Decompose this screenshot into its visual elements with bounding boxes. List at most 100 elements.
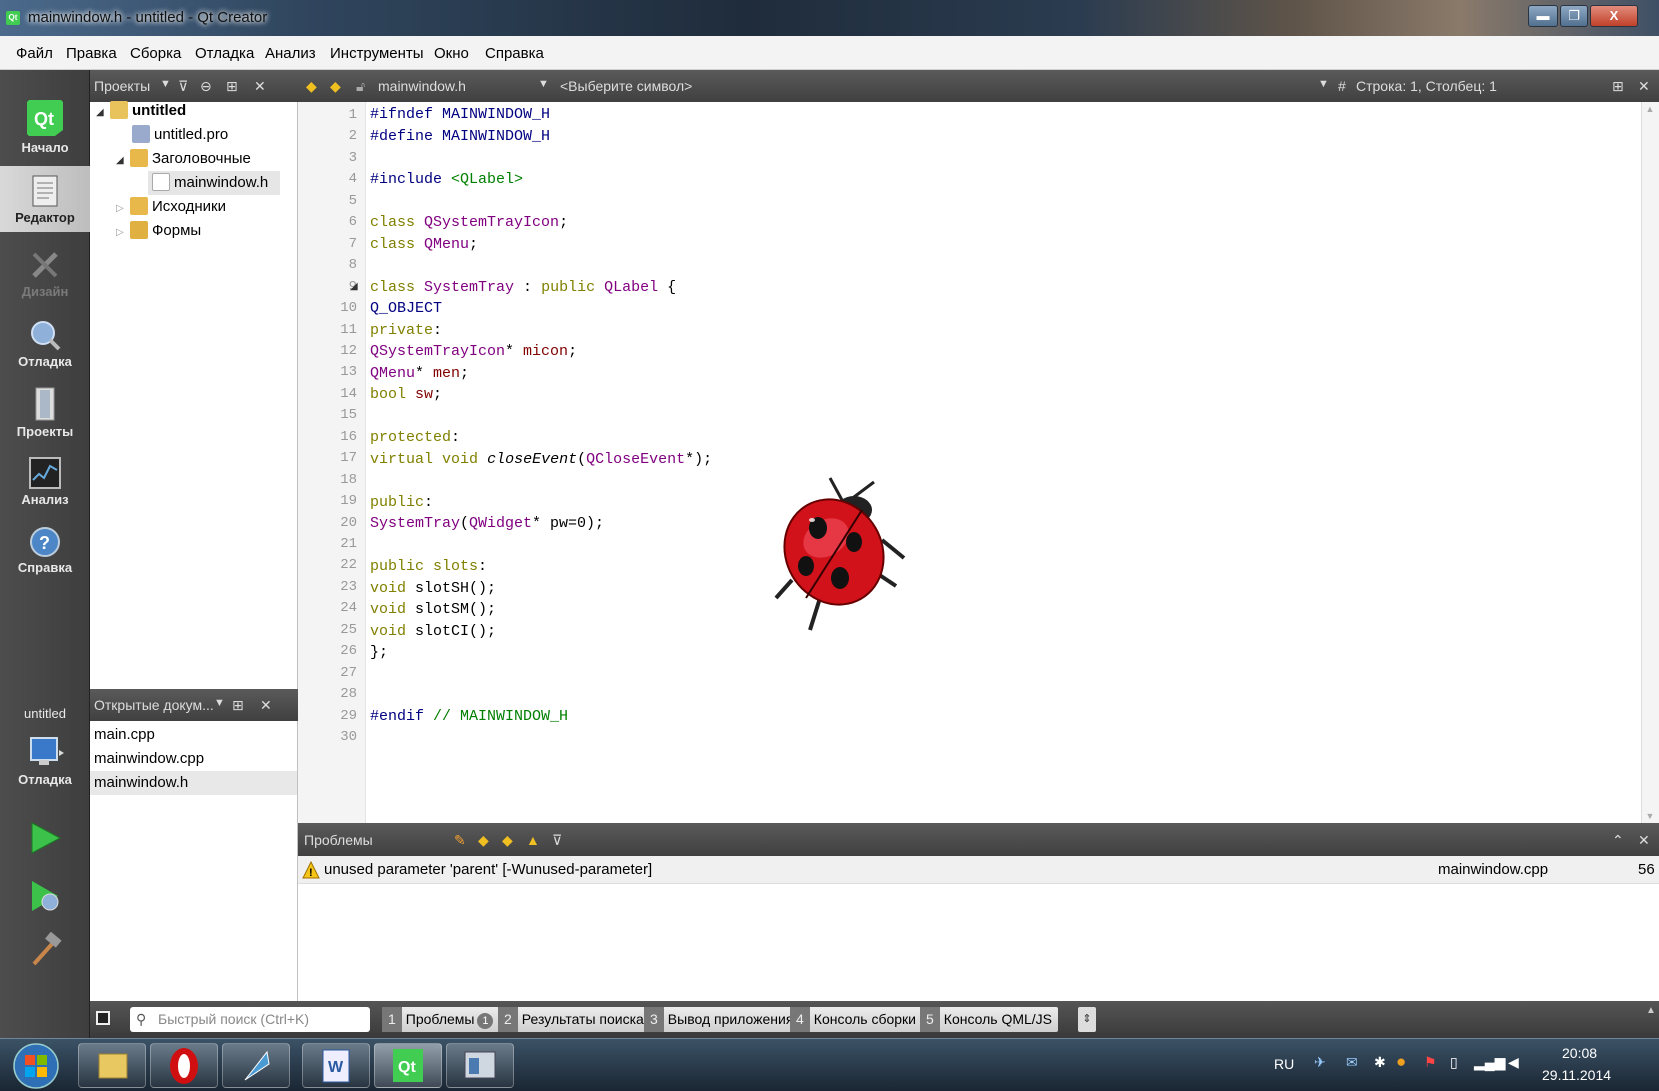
- menu-debug[interactable]: Отладка: [195, 45, 254, 62]
- document-selector[interactable]: mainwindow.h: [378, 78, 466, 94]
- scroll-up-icon[interactable]: ▲: [1642, 104, 1658, 114]
- nav-back-icon[interactable]: ◆: [306, 78, 317, 95]
- editor-scrollbar[interactable]: ▲ ▼: [1641, 102, 1659, 823]
- taskbar-explorer[interactable]: [78, 1043, 146, 1088]
- tab-application-output[interactable]: 3 Вывод приложения: [644, 1007, 800, 1032]
- code-token: ;: [568, 343, 578, 360]
- clock-date[interactable]: 29.11.2014: [1542, 1067, 1611, 1083]
- mode-edit[interactable]: Редактор: [0, 166, 90, 232]
- close-panel-icon[interactable]: ✕: [260, 697, 272, 714]
- tray-network-app-icon[interactable]: ✉: [1346, 1054, 1358, 1071]
- tree-item-forms[interactable]: ▷ Формы: [116, 219, 201, 243]
- fold-marker-icon[interactable]: ◢: [350, 281, 358, 292]
- collapsed-arrow-icon[interactable]: ▷: [116, 221, 130, 245]
- collapsed-arrow-icon[interactable]: ▷: [116, 197, 130, 221]
- mode-welcome[interactable]: Qt Начало: [0, 98, 90, 155]
- tree-item-sources[interactable]: ▷ Исходники: [116, 195, 226, 219]
- clean-icon[interactable]: ✎: [454, 832, 466, 849]
- close-panel-icon[interactable]: ✕: [1638, 832, 1650, 849]
- mode-design[interactable]: Дизайн: [0, 248, 90, 299]
- filter-icon[interactable]: ⊽: [178, 78, 188, 95]
- tray-app-icon[interactable]: ✈: [1314, 1054, 1326, 1071]
- problem-row[interactable]: ! unused parameter 'parent' [-Wunused-pa…: [298, 856, 1659, 884]
- toggle-sidebar-icon[interactable]: [96, 1011, 110, 1025]
- problems-list: ! unused parameter 'parent' [-Wunused-pa…: [298, 856, 1659, 1001]
- next-issue-icon[interactable]: ◆: [502, 832, 513, 849]
- mode-projects[interactable]: Проекты: [0, 386, 90, 439]
- open-documents-title[interactable]: Открытые докум...: [94, 697, 214, 713]
- signal-icon[interactable]: ▂▄▆: [1474, 1054, 1505, 1071]
- taskbar-window-app[interactable]: [446, 1043, 514, 1088]
- qt-project-icon: [110, 101, 128, 119]
- menu-build[interactable]: Сборка: [130, 45, 181, 62]
- more-tabs-icon[interactable]: ⇕: [1078, 1007, 1096, 1032]
- taskbar-opera[interactable]: [150, 1043, 218, 1088]
- close-button[interactable]: X: [1590, 5, 1638, 27]
- taskbar-feather-app[interactable]: [222, 1043, 290, 1088]
- volume-icon[interactable]: ◀: [1508, 1054, 1519, 1071]
- cursor-position[interactable]: Строка: 1, Столбец: 1: [1356, 78, 1497, 94]
- tab-search-results[interactable]: 2 Результаты поиска: [498, 1007, 650, 1032]
- tab-issues[interactable]: 1 Проблемы 1: [382, 1007, 500, 1032]
- tab-compile-output[interactable]: 4 Консоль сборки: [790, 1007, 922, 1032]
- mode-analyze[interactable]: Анализ: [0, 456, 90, 507]
- chevron-down-icon[interactable]: ▼: [1318, 78, 1329, 90]
- bluetooth-icon[interactable]: ✱: [1374, 1054, 1386, 1071]
- input-language[interactable]: RU: [1274, 1056, 1294, 1072]
- taskbar-word[interactable]: W: [302, 1043, 370, 1088]
- menu-help[interactable]: Справка: [485, 45, 544, 62]
- expanded-arrow-icon[interactable]: ◢: [96, 101, 110, 125]
- maximize-button[interactable]: ❐: [1560, 5, 1588, 27]
- filter-icon[interactable]: ⊽: [552, 832, 562, 849]
- tray-update-icon[interactable]: ●: [1396, 1052, 1406, 1072]
- minimize-button[interactable]: ▬: [1528, 5, 1558, 27]
- debug-run-icon[interactable]: [28, 878, 62, 914]
- action-center-flag-icon[interactable]: ⚑: [1424, 1054, 1437, 1071]
- split-icon[interactable]: ⊞: [226, 78, 238, 95]
- clock-time[interactable]: 20:08: [1562, 1045, 1597, 1061]
- open-doc-mainwindow-cpp[interactable]: mainwindow.cpp: [90, 747, 297, 771]
- menu-window[interactable]: Окно: [434, 45, 469, 62]
- tree-item-untitled-pro[interactable]: untitled.pro: [132, 123, 228, 147]
- tree-item-untitled[interactable]: ◢ untitled: [96, 99, 186, 123]
- build-hammer-icon[interactable]: [28, 932, 62, 968]
- chevron-down-icon[interactable]: ▼: [214, 697, 225, 709]
- chevron-down-icon[interactable]: ▼: [160, 78, 171, 90]
- menu-tools[interactable]: Инструменты: [330, 45, 424, 62]
- scroll-down-icon[interactable]: ▼: [1642, 811, 1658, 821]
- prev-issue-icon[interactable]: ◆: [478, 832, 489, 849]
- close-panel-icon[interactable]: ✕: [254, 78, 266, 95]
- menu-edit[interactable]: Правка: [66, 45, 117, 62]
- nav-forward-icon[interactable]: ◆: [330, 78, 341, 95]
- open-doc-mainwindow-h[interactable]: mainwindow.h: [90, 771, 297, 795]
- code-editor[interactable]: #ifndef MAINWINDOW_H #define MAINWINDOW_…: [366, 102, 1641, 823]
- expanded-arrow-icon[interactable]: ◢: [116, 149, 130, 173]
- run-icon[interactable]: [28, 820, 62, 856]
- maximize-panel-icon[interactable]: ⌃: [1612, 832, 1624, 849]
- close-editor-icon[interactable]: ✕: [1638, 78, 1650, 95]
- open-doc-main-cpp[interactable]: main.cpp: [90, 723, 297, 747]
- tab-qml-console[interactable]: 5 Консоль QML/JS: [920, 1007, 1059, 1032]
- code-line-12: QSystemTrayIcon* micon;: [370, 341, 577, 363]
- menu-analyze[interactable]: Анализ: [265, 45, 316, 62]
- split-icon[interactable]: ⊞: [1612, 78, 1624, 95]
- mode-help[interactable]: ? Справка: [0, 526, 90, 575]
- split-icon[interactable]: ⊞: [232, 697, 244, 714]
- link-icon[interactable]: ⊖: [200, 78, 212, 95]
- kit-selector[interactable]: Отладка: [0, 734, 90, 787]
- locator-search-input[interactable]: ⚲ Быстрый поиск (Ctrl+K): [130, 1007, 370, 1032]
- symbol-selector[interactable]: <Выберите символ>: [560, 78, 692, 94]
- projects-panel-title[interactable]: Проекты: [94, 78, 150, 94]
- mode-debug[interactable]: Отладка: [0, 318, 90, 369]
- scroll-up-icon[interactable]: ▲: [1646, 1005, 1656, 1016]
- tree-item-mainwindow-h[interactable]: mainwindow.h: [148, 171, 280, 195]
- windows-start-icon[interactable]: [12, 1042, 60, 1090]
- power-icon[interactable]: ▯: [1450, 1054, 1458, 1071]
- warning-filter-icon[interactable]: ▲: [526, 832, 540, 848]
- menu-file[interactable]: Файл: [16, 45, 53, 62]
- word-icon: W: [322, 1049, 350, 1083]
- taskbar-qt-creator[interactable]: Qt: [374, 1043, 442, 1088]
- tree-item-headers[interactable]: ◢ Заголовочные: [116, 147, 251, 171]
- chevron-down-icon[interactable]: ▼: [538, 78, 549, 90]
